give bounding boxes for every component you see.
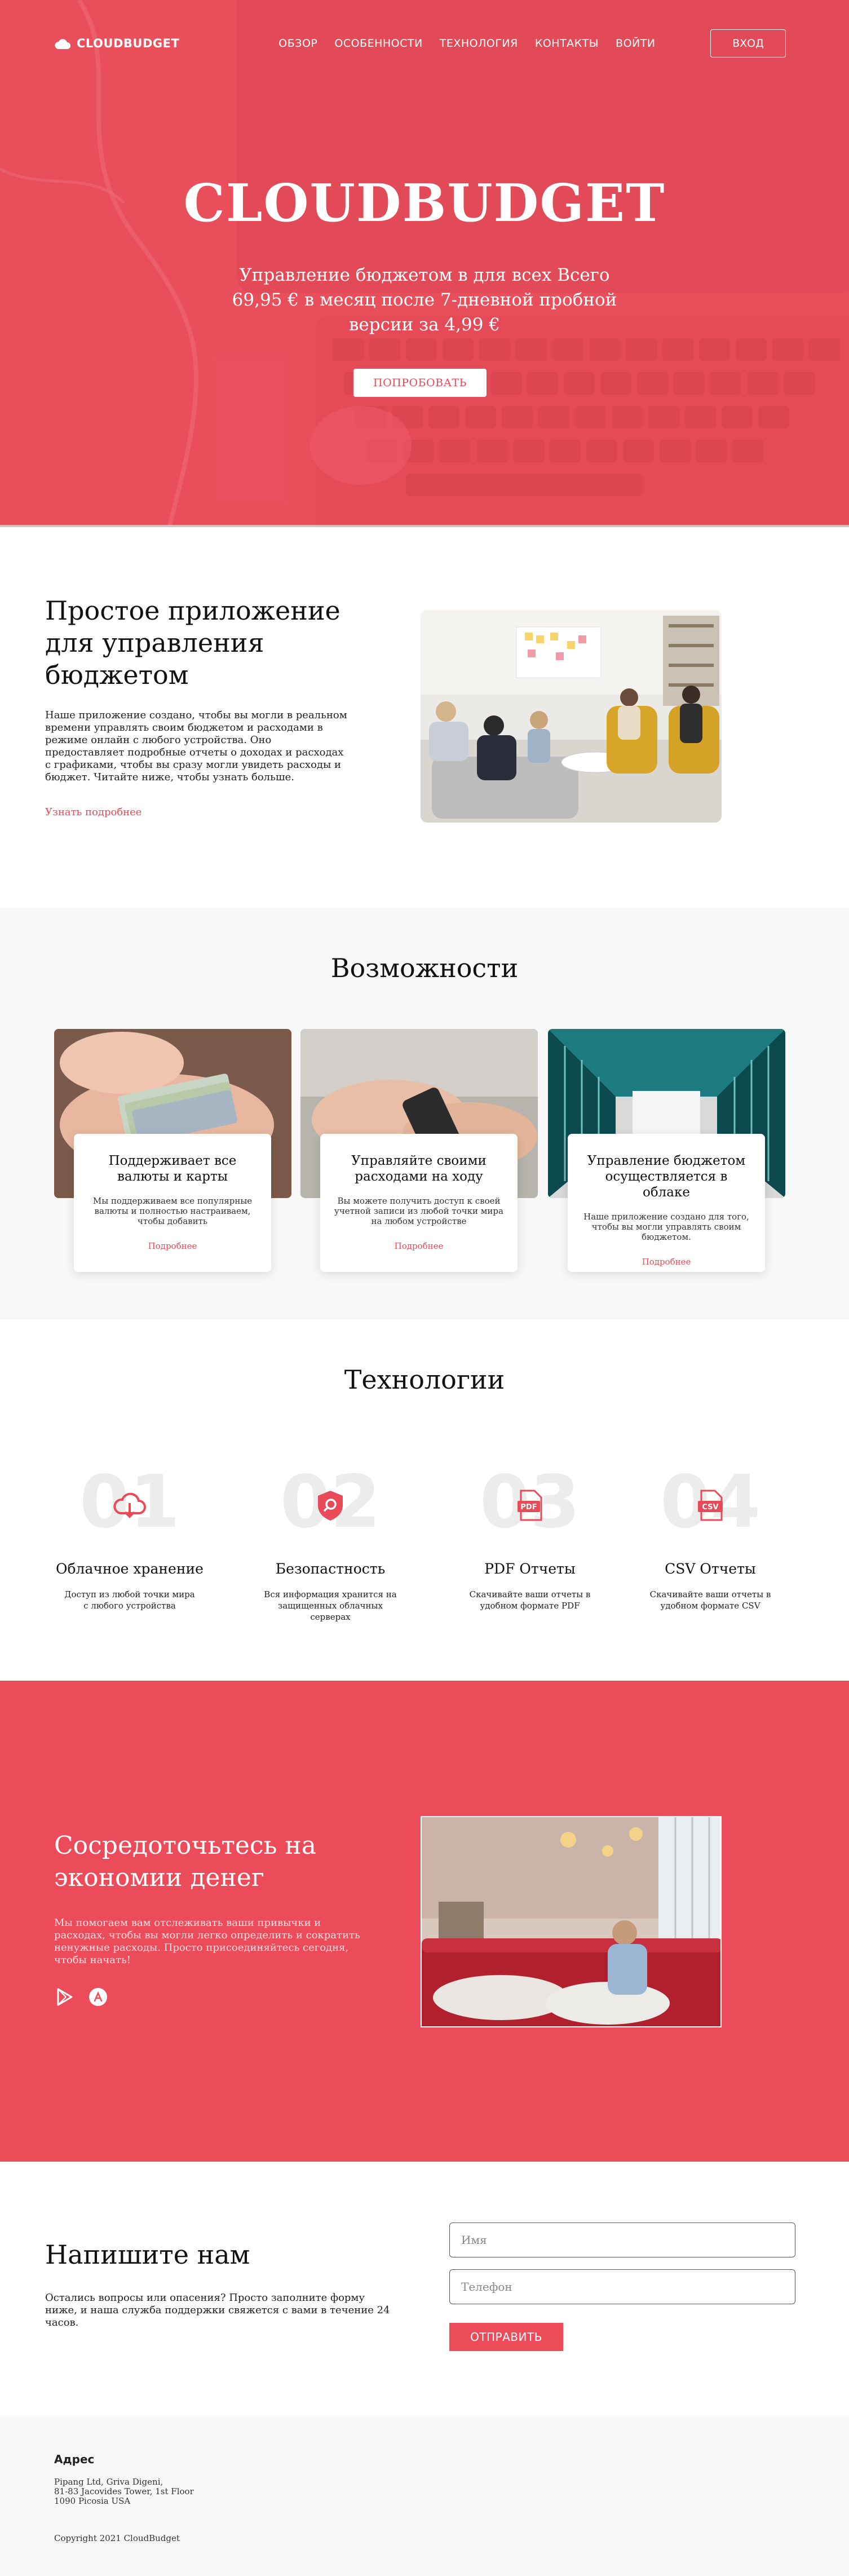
tech-item-title: CSV Отчеты [665, 1561, 756, 1577]
restaurant-photo [421, 1816, 722, 2027]
cloud-icon [55, 39, 70, 49]
feature-title: Поддерживает все валюты и карты [108, 1154, 237, 1184]
feature-more-link[interactable]: Подробнее [334, 1241, 504, 1251]
savings-text: Мы помогаем вам отслеживать ваши привычк… [54, 1917, 360, 1966]
try-button[interactable]: ПОПРОБОВАТЬ [353, 369, 487, 397]
tech-item-text: Скачивайте ваши отчеты в удобном формате… [649, 1589, 771, 1611]
feature-title: Управление бюджетом осуществляется в обл… [587, 1154, 746, 1200]
tech-item-text: Скачивайте ваши отчеты в удобном формате… [469, 1589, 591, 1611]
brand-logo[interactable]: CLOUDBUDGET [54, 37, 179, 50]
feature-card-cloud: Управление бюджетом осуществляется в обл… [568, 1134, 765, 1272]
tech-title: Технологии [344, 1364, 505, 1395]
csv-file-icon: CSV [698, 1490, 723, 1521]
hero-section: CLOUDBUDGET ОБЗОР ОСОБЕННОСТИ ТЕХНОЛОГИЯ… [0, 0, 849, 527]
tech-item-text: Доступ из любой точки мира с любого устр… [64, 1589, 195, 1611]
cloud-download-icon [113, 1492, 146, 1518]
tech-item-title: Облачное хранение [56, 1561, 204, 1577]
login-button[interactable]: ВХОД [710, 29, 786, 58]
tech-item-title: PDF Отчеты [484, 1561, 576, 1577]
footer-address: Pipang Ltd, Griva Digeni, 81-83 Jacovide… [54, 2477, 280, 2506]
shield-search-icon [318, 1491, 343, 1521]
send-button[interactable]: ОТПРАВИТЬ [449, 2323, 563, 2351]
name-field[interactable] [449, 2222, 795, 2257]
feature-card-currency: Поддерживает все валюты и карты Мы подде… [74, 1134, 271, 1272]
tech-item-title: Безопастность [275, 1561, 386, 1577]
features-title: Возможности [330, 953, 519, 983]
top-navigation: CLOUDBUDGET ОБЗОР ОСОБЕННОСТИ ТЕХНОЛОГИЯ… [54, 29, 786, 58]
copyright: Copyright 2021 CloudBudget [54, 2533, 180, 2543]
savings-title: Сосредоточьтесь на экономии денег [54, 1831, 316, 1892]
feature-text: Вы можете получить доступ к своей учетно… [334, 1196, 503, 1226]
address-line: Pipang Ltd, Griva Digeni, [54, 2477, 163, 2487]
hero-divider [0, 525, 849, 527]
nav-link-technology[interactable]: ТЕХНОЛОГИЯ [440, 37, 518, 50]
feature-text: Мы поддерживаем все популярные валюты и … [92, 1196, 253, 1226]
csv-badge: CSV [702, 1503, 718, 1512]
nav-link-contacts[interactable]: КОНТАКТЫ [535, 37, 599, 50]
about-title: Простое приложение для управления бюджет… [45, 595, 341, 690]
footer-address-heading: Адрес [54, 2453, 95, 2466]
tech-item-text: Вся информация хранится на защищенных об… [264, 1589, 397, 1622]
address-line: 81-83 Jacovides Tower, 1st Floor [54, 2486, 194, 2497]
google-play-icon[interactable] [55, 1987, 74, 2007]
pdf-badge: PDF [520, 1503, 537, 1512]
hero-title: CLOUDBUDGET [183, 173, 666, 233]
hero-subtitle: Управление бюджетом в для всех Всего 69,… [232, 265, 617, 335]
learn-more-link[interactable]: Узнать подробнее [45, 806, 142, 818]
address-line: 1090 Picosia USA [54, 2496, 131, 2506]
nav-link-signin[interactable]: ВОЙТИ [616, 37, 656, 50]
contact-title: Напишите нам [45, 2239, 250, 2270]
feature-more-link[interactable]: Подробнее [581, 1257, 751, 1267]
meeting-photo [421, 610, 722, 823]
restaurant-illustration [422, 1817, 720, 2026]
app-store-icon[interactable] [89, 1987, 108, 2007]
feature-title: Управляйте своими расходами на ходу [351, 1154, 487, 1184]
nav-link-overview[interactable]: ОБЗОР [278, 37, 317, 50]
nav-links: ОБЗОР ОСОБЕННОСТИ ТЕХНОЛОГИЯ КОНТАКТЫ ВО… [278, 37, 655, 50]
phone-field[interactable] [449, 2269, 795, 2304]
about-text: Наше приложение создано, чтобы вы могли … [45, 709, 347, 783]
nav-link-features[interactable]: ОСОБЕННОСТИ [334, 37, 422, 50]
contact-text: Остались вопросы или опасения? Просто за… [45, 2292, 390, 2328]
brand-name: CLOUDBUDGET [77, 37, 180, 50]
pdf-file-icon: PDF [518, 1490, 542, 1521]
feature-text: Наше приложение создано для того, чтобы … [583, 1212, 749, 1242]
feature-more-link[interactable]: Подробнее [87, 1241, 258, 1251]
meeting-illustration [421, 610, 722, 823]
feature-card-mobile: Управляйте своими расходами на ходу Вы м… [320, 1134, 518, 1272]
